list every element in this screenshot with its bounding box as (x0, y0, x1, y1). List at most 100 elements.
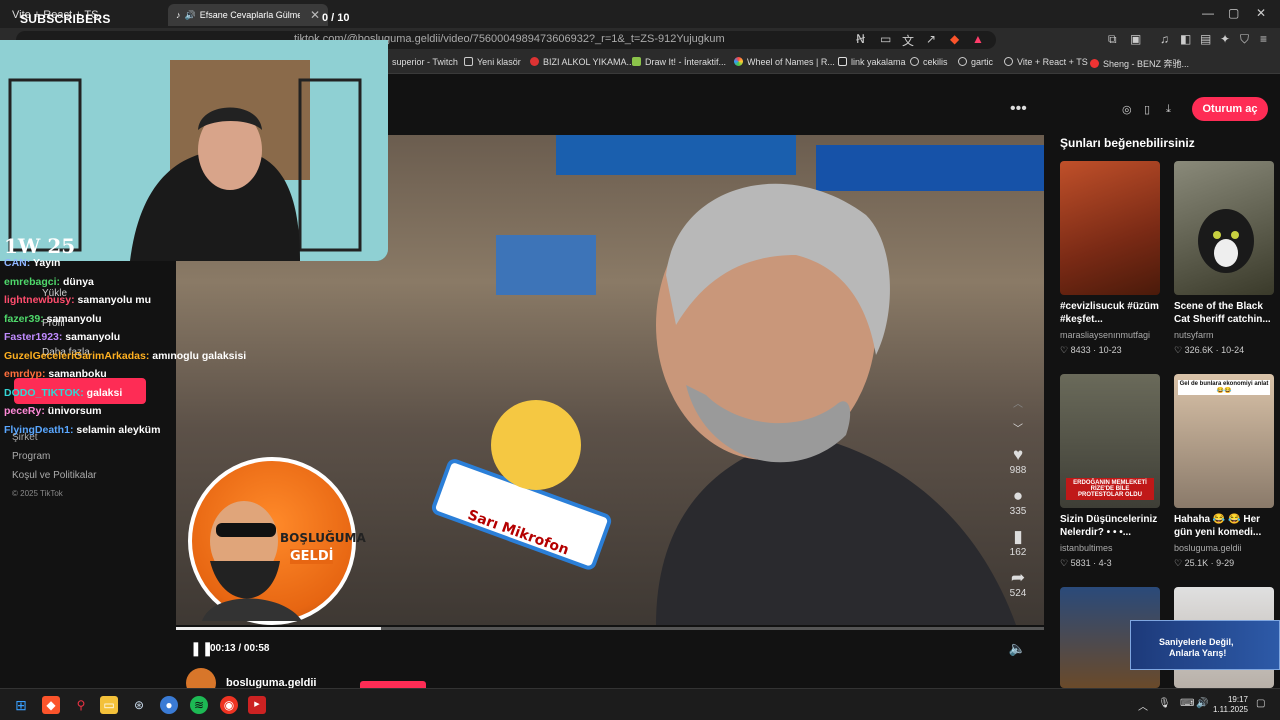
webcam-overlay (0, 40, 388, 261)
chat-text: ünivorsum (47, 405, 102, 417)
logo-line1: BOŞLUĞUMA (280, 531, 366, 545)
close-tab-icon[interactable]: ✕ (310, 8, 320, 22)
chat-username: peceRy (4, 405, 42, 417)
card-user[interactable]: istanbultimes (1060, 543, 1160, 553)
translate-icon[interactable]: Ꞥ (856, 32, 865, 46)
windows-start-icon[interactable]: ⊞ (12, 696, 30, 714)
chat-text: samanyolu (46, 312, 102, 325)
comment-icon[interactable]: ● (1006, 486, 1030, 506)
app-icon[interactable]: ● (160, 696, 178, 714)
link-terms[interactable]: Koşul ve Politikalar (12, 470, 96, 481)
heart-icon: ♡ (1060, 345, 1071, 355)
minimize-icon[interactable]: — (1202, 6, 1214, 20)
video-progress-bar[interactable] (176, 627, 1044, 630)
microphone: Sarı Mikrofon (431, 400, 612, 570)
more-options-icon[interactable]: ••• (1010, 100, 1027, 118)
brave-shield-icon[interactable]: ◆ (950, 32, 959, 46)
bookmark-item[interactable]: Vite + React + TS (1004, 57, 1088, 67)
close-window-icon[interactable]: ✕ (1256, 6, 1266, 20)
clock-date: 1.11.2025 (1213, 705, 1248, 714)
file-explorer-icon[interactable]: ▭ (100, 696, 118, 714)
bookmark-item[interactable]: cekilis (910, 57, 948, 67)
speaker-icon: 🔊 (184, 9, 196, 20)
card-thumbnail[interactable] (1174, 161, 1274, 295)
bookmark-item[interactable]: Draw It! - İnteraktif... (632, 57, 726, 67)
volume-icon[interactable]: 🔈 (1009, 640, 1026, 657)
bookmark-item[interactable]: superior - Twitch (392, 57, 458, 67)
chat-text: samanyolu (65, 331, 121, 343)
like-icon[interactable]: ♥ (1006, 445, 1030, 465)
extensions-icon[interactable]: ⧉ (1108, 32, 1117, 47)
recommendation-card[interactable]: Scene of the Black Cat Sheriff catchin..… (1174, 161, 1274, 356)
bookmark-item[interactable]: Sheng - BENZ 奔驰... (1090, 57, 1189, 70)
speaker-tray-icon[interactable]: 🔊 (1196, 698, 1208, 709)
bookmark-item[interactable]: link yakalama (838, 57, 906, 67)
tab-tiktok-video[interactable]: ♪ 🔊 Efsane Cevaplarla Gülmek Ga ✕ (168, 4, 328, 26)
phone-icon[interactable]: ▯ (1144, 103, 1150, 116)
rewards-icon[interactable]: ▲ (972, 32, 984, 46)
chat-username: emrebagci (4, 275, 57, 288)
share-icon[interactable]: ↗ (926, 32, 936, 46)
ad-banner[interactable]: Saniyelerle Değil, Anlarla Yarış! (1130, 620, 1280, 670)
download-icon[interactable]: ⤓ (1166, 103, 1171, 116)
chat-text: amınoglu galaksisi (152, 349, 247, 362)
card-user[interactable]: marasliaysenınmutfagi (1060, 330, 1160, 340)
language-icon[interactable]: 文 (902, 32, 914, 49)
share-icon[interactable]: ➦ (1006, 568, 1030, 588)
microphone-icon[interactable]: 🎙 (1158, 698, 1171, 709)
chat-username: FlyingDeath1 (4, 423, 70, 436)
card-thumbnail[interactable]: Gel de bunlara ekonomiyi anlat 😂😂 (1174, 374, 1274, 508)
bookmark-item[interactable]: gartic (958, 57, 993, 67)
heart-icon: ♡ (1060, 558, 1071, 568)
notification-icon[interactable]: ▢ (1256, 698, 1265, 709)
card-meta: ♡ 5831 · 4-3 (1060, 558, 1112, 568)
bookmark-item[interactable]: Yeni klasör (464, 57, 521, 67)
bookmark-item[interactable]: Wheel of Names | R... (734, 57, 835, 67)
menu-icon[interactable]: ≡ (1260, 32, 1267, 46)
chat-message: peceRy: ünivorsum (4, 405, 102, 417)
site-icon (530, 57, 539, 66)
maximize-icon[interactable]: ▢ (1228, 6, 1239, 20)
video-actions: ︿ ﹀ ♥ 988 ● 335 ▮ 162 ➦ 524 (1006, 385, 1030, 599)
card-thumbnail[interactable] (1060, 161, 1160, 295)
card-user[interactable]: bosluguma.geldii (1174, 543, 1274, 553)
wallet-icon[interactable]: ▤ (1200, 32, 1211, 46)
compass-icon[interactable]: ◎ (1122, 103, 1132, 116)
sidebar-toggle-icon[interactable]: ◧ (1180, 32, 1191, 46)
steam-icon[interactable]: ⊛ (130, 696, 148, 714)
spotify-icon[interactable]: ≋ (190, 696, 208, 714)
screenshot-icon[interactable]: ▣ (1130, 32, 1141, 46)
next-video-icon[interactable]: ﹀ (1006, 420, 1030, 435)
tray-chevron-icon[interactable]: ︿ (1138, 698, 1148, 713)
globe-icon (910, 57, 919, 66)
prev-video-icon[interactable]: ︿ (1006, 395, 1030, 410)
link-program[interactable]: Program (12, 451, 96, 462)
card-thumbnail[interactable]: ERDOĞANIN MEMLEKETİ RİZE'DE BİLE PROTEST… (1060, 374, 1160, 508)
ai-icon[interactable]: ✦ (1220, 32, 1230, 46)
login-button[interactable]: Oturum aç (1192, 97, 1268, 121)
card-user[interactable]: nutsyfarm (1174, 330, 1274, 340)
music-icon[interactable]: ♫ (1160, 32, 1169, 46)
recommendation-card[interactable]: Gel de bunlara ekonomiyi anlat 😂😂 Hahaha… (1174, 374, 1274, 569)
chat-message: FlyingDeath1: selamin aleyküm (4, 423, 161, 436)
recommendations-title: Şunları beğenebilirsiniz (1060, 136, 1195, 150)
save-count: 162 (1009, 547, 1027, 558)
copyright: © 2025 TikTok (12, 489, 63, 498)
system-clock[interactable]: 19:17 1.11.2025 (1213, 695, 1248, 715)
app-icon[interactable]: ◉ (220, 696, 238, 714)
vpn-icon[interactable]: ⛉ (1240, 32, 1249, 47)
bookmark-icon[interactable]: ▮ (1006, 527, 1030, 547)
chat-text: samanboku (48, 368, 107, 380)
chat-text: selamin aleyküm (76, 423, 161, 436)
video-editor-icon[interactable]: ▶ (248, 696, 266, 714)
sidebar-footer-links: Şirket Program Koşul ve Politikalar © 20… (12, 432, 96, 506)
recommendation-card[interactable]: ERDOĞANIN MEMLEKETİ RİZE'DE BİLE PROTEST… (1060, 374, 1160, 569)
recommendation-card[interactable]: #cevizlisucuk #üzüm #keşfet... marasliay… (1060, 161, 1160, 356)
bookmark-item[interactable]: BIZI ALKOL YIKAMA... (530, 57, 634, 67)
card-overlay-text: Gel de bunlara ekonomiyi anlat 😂😂 (1178, 380, 1270, 395)
brave-browser-icon[interactable]: ◆ (42, 696, 60, 714)
cast-icon[interactable]: ▭ (880, 32, 891, 46)
maps-pin-icon[interactable]: ⚲ (72, 696, 90, 714)
network-icon[interactable]: ⌨ (1180, 698, 1194, 709)
share-count: 524 (1009, 588, 1027, 599)
